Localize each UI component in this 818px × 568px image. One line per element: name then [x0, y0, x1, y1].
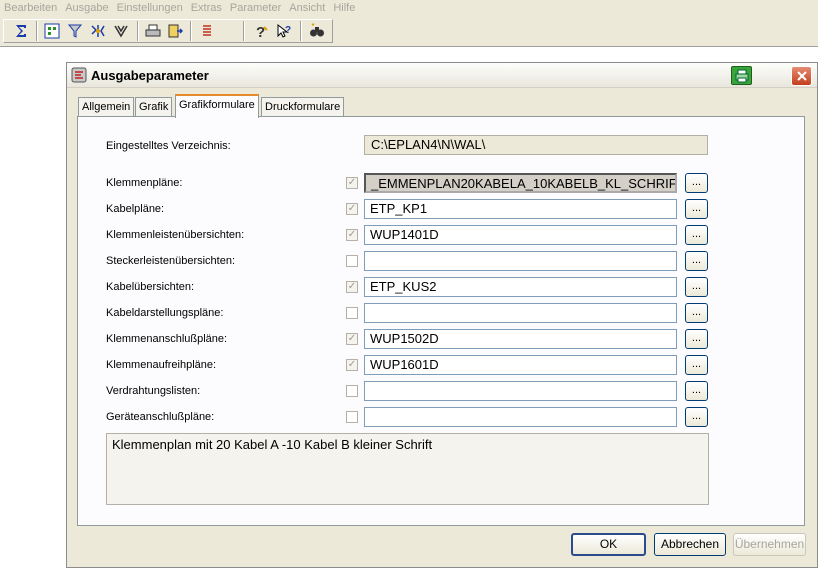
grid-icon[interactable]: [43, 22, 61, 40]
context-help-icon[interactable]: ?: [275, 22, 293, 40]
svg-text:?: ?: [256, 24, 265, 39]
tab-grafikformulare[interactable]: Grafikformulare: [175, 94, 259, 118]
export-icon[interactable]: [166, 22, 184, 40]
browse-button[interactable]: ...: [685, 329, 708, 349]
row-form-input[interactable]: ETP_KP1: [364, 199, 677, 219]
browse-button[interactable]: ...: [685, 355, 708, 375]
row-label: Klemmenanschlußpläne:: [106, 333, 228, 345]
toolbar-separator: [36, 21, 38, 41]
svg-text:?: ?: [285, 25, 291, 36]
filter-icon[interactable]: [66, 22, 84, 40]
row-form-input[interactable]: [364, 303, 677, 323]
browse-button[interactable]: ...: [685, 303, 708, 323]
row-checkbox[interactable]: ✓: [346, 333, 358, 345]
dialog-title: Ausgabeparameter: [91, 68, 209, 83]
browse-button[interactable]: ...: [685, 381, 708, 401]
tab-panel-grafikformulare: Eingestelltes Verzeichnis: C:\EPLAN4\N\W…: [77, 116, 805, 526]
menu-ansicht[interactable]: Ansicht: [289, 2, 325, 14]
sigma-icon[interactable]: [12, 22, 30, 40]
row-label: Geräteanschlußpläne:: [106, 411, 215, 423]
browse-button[interactable]: ...: [685, 251, 708, 271]
menu-bar: Bearbeiten Ausgabe Einstellungen Extras …: [0, 0, 818, 15]
row-label: Verdrahtungslisten:: [106, 385, 201, 397]
browse-button[interactable]: ...: [685, 173, 708, 193]
row-checkbox[interactable]: ✓: [346, 229, 358, 241]
browse-button[interactable]: ...: [685, 277, 708, 297]
menu-hilfe[interactable]: Hilfe: [333, 2, 355, 14]
tab-grafik[interactable]: Grafik: [135, 97, 173, 117]
menu-einstellungen[interactable]: Einstellungen: [117, 2, 183, 14]
row-form-input[interactable]: WUP1401D: [364, 225, 677, 245]
row-label: Klemmenleistenübersichten:: [106, 229, 245, 241]
menu-ausgabe[interactable]: Ausgabe: [65, 2, 108, 14]
directory-label: Eingestelltes Verzeichnis:: [106, 140, 231, 152]
tab-allgemein[interactable]: Allgemein: [78, 97, 135, 117]
row-form-input[interactable]: [364, 381, 677, 401]
list-icon[interactable]: [198, 22, 216, 40]
row-form-input[interactable]: WUP1502D: [364, 329, 677, 349]
toolbar-separator: [137, 21, 139, 41]
row-checkbox[interactable]: [346, 255, 358, 267]
help-icon[interactable]: ?: [252, 22, 270, 40]
tab-druckformulare[interactable]: Druckformulare: [261, 97, 345, 117]
cancel-button[interactable]: Abbrechen: [654, 533, 726, 556]
row-form-input[interactable]: [364, 407, 677, 427]
row-label: Klemmenaufreihpläne:: [106, 359, 217, 371]
dialog-titlebar[interactable]: Ausgabeparameter: [67, 63, 817, 88]
row-label: Kabelübersichten:: [106, 281, 195, 293]
split-icon[interactable]: [112, 22, 130, 40]
printer-icon: [735, 69, 748, 82]
apply-button[interactable]: Übernehmen: [733, 533, 806, 556]
menu-parameter[interactable]: Parameter: [230, 2, 281, 14]
row-checkbox[interactable]: ✓: [346, 281, 358, 293]
browse-button[interactable]: ...: [685, 199, 708, 219]
row-checkbox[interactable]: [346, 411, 358, 423]
toolbar-separator: [300, 21, 302, 41]
row-label: Kabeldarstellungspläne:: [106, 307, 224, 319]
row-checkbox[interactable]: ✓: [346, 177, 358, 189]
row-label: Klemmenpläne:: [106, 177, 183, 189]
toolbar: ? ?: [0, 15, 818, 47]
directory-field: C:\EPLAN4\N\WAL\: [364, 135, 708, 155]
ok-button[interactable]: OK: [571, 533, 646, 556]
route-icon[interactable]: [89, 22, 107, 40]
row-form-input[interactable]: WUP1601D: [364, 355, 677, 375]
row-form-input[interactable]: ETP_KUS2: [364, 277, 677, 297]
toolbar-separator: [190, 21, 192, 41]
row-label: Kabelpläne:: [106, 203, 165, 215]
row-label: Steckerleistenübersichten:: [106, 255, 236, 267]
row-checkbox[interactable]: ✓: [346, 203, 358, 215]
ausgabeparameter-dialog: Ausgabeparameter Allgemein Grafik Grafik…: [66, 62, 818, 568]
close-icon: [796, 71, 807, 81]
menu-bearbeiten[interactable]: Bearbeiten: [4, 2, 57, 14]
row-form-input[interactable]: [364, 251, 677, 271]
row-checkbox[interactable]: [346, 307, 358, 319]
description-box: Klemmenplan mit 20 Kabel A -10 Kabel B k…: [106, 433, 709, 505]
app-icon: [71, 67, 87, 83]
browse-button[interactable]: ...: [685, 407, 708, 427]
binoculars-icon[interactable]: [308, 22, 326, 40]
toolbar-separator: [243, 21, 245, 41]
row-checkbox[interactable]: [346, 385, 358, 397]
browse-button[interactable]: ...: [685, 225, 708, 245]
row-checkbox[interactable]: ✓: [346, 359, 358, 371]
print-button[interactable]: [731, 66, 752, 85]
menu-extras[interactable]: Extras: [191, 2, 222, 14]
close-button[interactable]: [791, 66, 812, 86]
row-form-input[interactable]: _EMMENPLAN20KABELA_10KABELB_KL_SCHRIFT: [364, 173, 677, 193]
print-icon[interactable]: [144, 22, 162, 40]
